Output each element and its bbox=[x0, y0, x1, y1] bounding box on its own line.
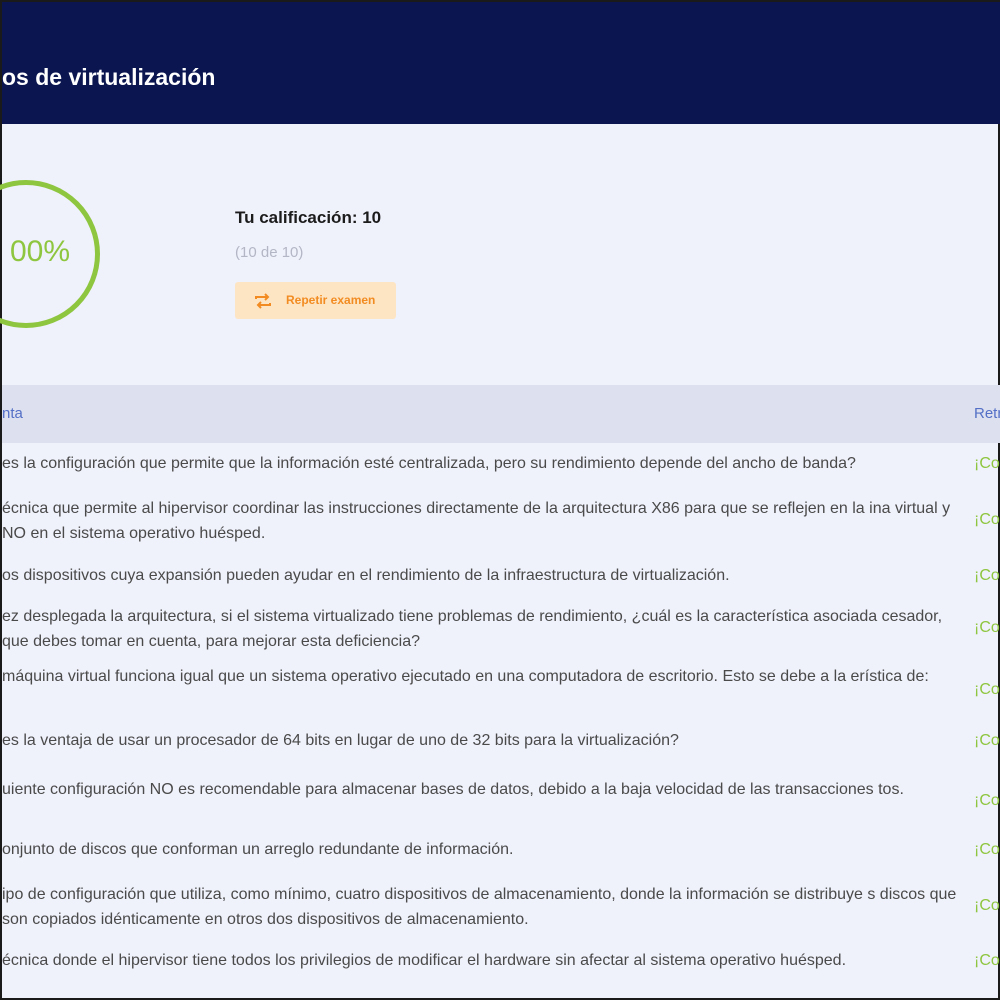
feedback-text: ¡Cor bbox=[974, 681, 1000, 698]
table-row: es la ventaja de usar un procesador de 6… bbox=[2, 725, 1000, 770]
top-bar: os de virtualización bbox=[2, 2, 1000, 124]
page-title: os de virtualización bbox=[2, 64, 216, 90]
table-row: écnica donde el hipervisor tiene todos l… bbox=[2, 944, 1000, 994]
question-text: ipo de configuración que utiliza, como m… bbox=[2, 886, 957, 928]
results-table-header: nta Retr bbox=[2, 385, 1000, 443]
question-text: es la configuración que permite que la i… bbox=[2, 455, 856, 472]
question-text: uiente configuración NO es recomendable … bbox=[2, 781, 904, 798]
table-row: os dispositivos cuya expansión pueden ay… bbox=[2, 556, 1000, 601]
retry-exam-button[interactable]: Repetir examen bbox=[235, 282, 396, 319]
grade-detail: (10 de 10) bbox=[235, 244, 304, 261]
feedback-text: ¡Cor bbox=[974, 567, 1000, 584]
feedback-text: ¡Cor bbox=[974, 455, 1000, 472]
results-table-body: es la configuración que permite que la i… bbox=[2, 443, 1000, 994]
table-row: écnica que permite al hipervisor coordin… bbox=[2, 488, 1000, 556]
question-text: os dispositivos cuya expansión pueden ay… bbox=[2, 567, 730, 584]
feedback-text: ¡Cor bbox=[974, 619, 1000, 636]
grade-label: Tu calificación: 10 bbox=[235, 208, 382, 227]
feedback-text: ¡Cor bbox=[974, 841, 1000, 858]
table-row: es la configuración que permite que la i… bbox=[2, 443, 1000, 488]
feedback-text: ¡Cor bbox=[974, 897, 1000, 914]
question-text: onjunto de discos que conforman un arreg… bbox=[2, 841, 514, 858]
feedback-text: ¡Cor bbox=[974, 792, 1000, 809]
question-text: écnica donde el hipervisor tiene todos l… bbox=[2, 952, 847, 969]
question-text: es la ventaja de usar un procesador de 6… bbox=[2, 732, 679, 749]
question-text: máquina virtual funciona igual que un si… bbox=[2, 668, 929, 685]
feedback-text: ¡Cor bbox=[974, 511, 1000, 528]
question-text: ez desplegada la arquitectura, si el sis… bbox=[2, 608, 943, 650]
table-row: onjunto de discos que conforman un arreg… bbox=[2, 834, 1000, 880]
repeat-arrows-icon bbox=[255, 293, 271, 309]
feedback-text: ¡Cor bbox=[974, 732, 1000, 749]
score-percent: 00% bbox=[10, 235, 71, 268]
table-row: ipo de configuración que utiliza, como m… bbox=[2, 880, 1000, 944]
feedback-text: ¡Cor bbox=[974, 952, 1000, 969]
question-text: écnica que permite al hipervisor coordin… bbox=[2, 500, 951, 542]
retry-exam-label: Repetir examen bbox=[286, 293, 376, 307]
table-row: uiente configuración NO es recomendable … bbox=[2, 770, 1000, 834]
table-row: máquina virtual funciona igual que un si… bbox=[2, 660, 1000, 725]
column-feedback-header: Retr bbox=[974, 405, 1000, 422]
column-question-header: nta bbox=[2, 405, 23, 422]
table-row: ez desplegada la arquitectura, si el sis… bbox=[2, 601, 1000, 660]
